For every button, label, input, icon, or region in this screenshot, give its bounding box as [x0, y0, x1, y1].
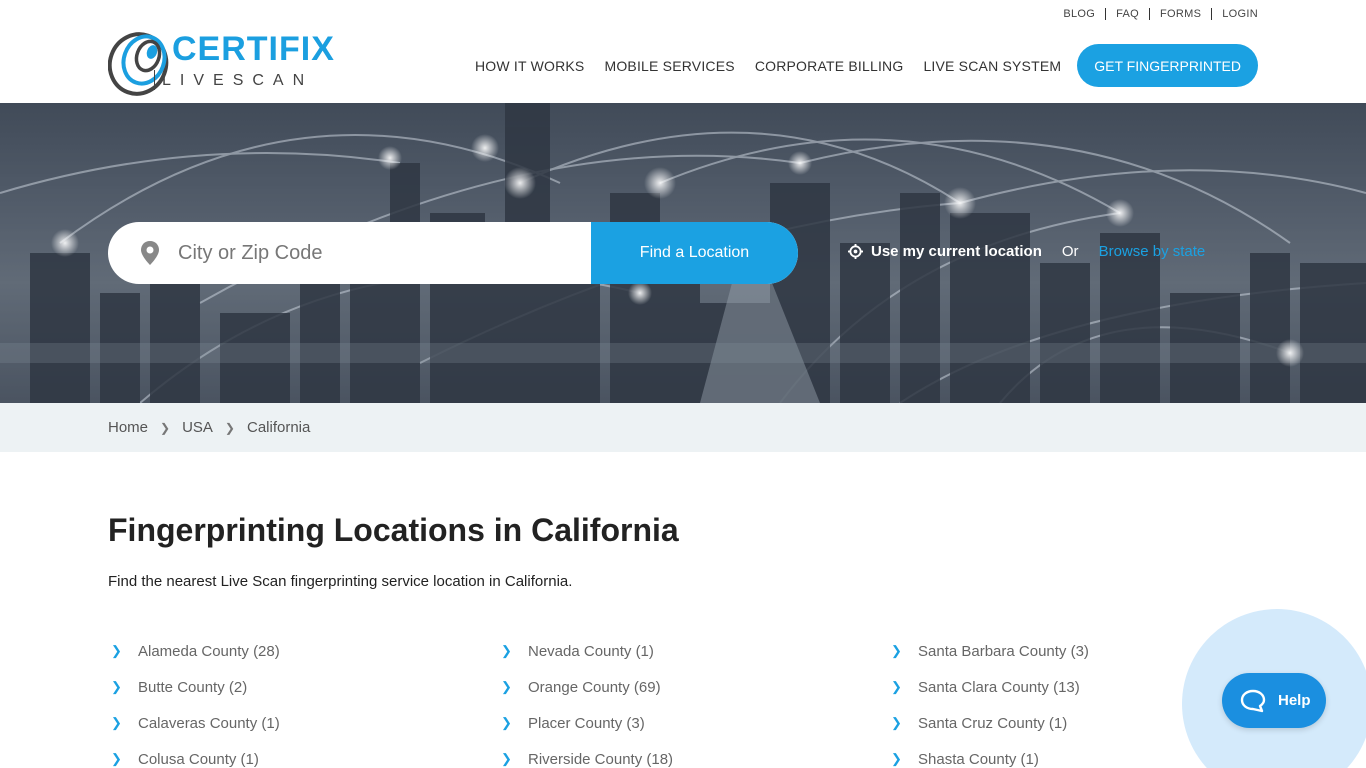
- breadcrumb-usa[interactable]: USA: [182, 419, 213, 436]
- nav-how-it-works[interactable]: HOW IT WORKS: [475, 58, 584, 74]
- current-location-label: Use my current location: [871, 243, 1042, 260]
- page-title: Fingerprinting Locations in California: [108, 512, 679, 548]
- county-link[interactable]: ❯ Santa Clara County (13): [888, 669, 1089, 705]
- county-label: Placer County (3): [528, 714, 645, 732]
- chevron-right-icon: ❯: [501, 679, 512, 694]
- chevron-right-icon: ❯: [160, 420, 171, 435]
- top-link-forms[interactable]: FORMS: [1150, 8, 1211, 20]
- county-link[interactable]: ❯ Nevada County (1): [498, 633, 673, 669]
- logo-sub: LIVESCAN: [162, 72, 314, 89]
- location-search-form: Find a Location: [108, 222, 798, 284]
- site-header: BLOG FAQ FORMS LOGIN CERTIFIX LIVESCAN H…: [0, 0, 1366, 103]
- chevron-right-icon: ❯: [501, 643, 512, 658]
- county-label: Colusa County (1): [138, 750, 259, 768]
- chevron-right-icon: ❯: [891, 715, 902, 730]
- chevron-right-icon: ❯: [224, 420, 235, 435]
- breadcrumb-home[interactable]: Home: [108, 419, 148, 436]
- county-link[interactable]: ❯ Riverside County (18): [498, 741, 673, 768]
- certifix-logo[interactable]: CERTIFIX LIVESCAN: [108, 28, 338, 98]
- nav-corporate-billing[interactable]: CORPORATE BILLING: [755, 58, 904, 74]
- chat-bubble-icon: [1240, 689, 1266, 712]
- county-column-1: ❯ Alameda County (28) ❯ Butte County (2) ❯…: [108, 633, 280, 768]
- or-label: Or: [1061, 243, 1079, 260]
- help-button[interactable]: Help: [1222, 673, 1326, 728]
- find-location-button[interactable]: Find a Location: [591, 222, 798, 284]
- chevron-right-icon: ❯: [891, 643, 902, 658]
- county-link[interactable]: ❯ Placer County (3): [498, 705, 673, 741]
- county-link[interactable]: ❯ Shasta County (1): [888, 741, 1089, 768]
- logo-divider: [154, 70, 155, 90]
- county-link[interactable]: ❯ Santa Barbara County (3): [888, 633, 1089, 669]
- city-zip-input[interactable]: [178, 241, 558, 265]
- top-links: BLOG FAQ FORMS LOGIN: [1053, 8, 1258, 20]
- county-label: Nevada County (1): [528, 642, 654, 660]
- breadcrumb-california: California: [246, 419, 311, 436]
- help-label: Help: [1278, 692, 1311, 709]
- hero-banner: Find a Location Use my current location …: [0, 103, 1366, 403]
- county-label: Alameda County (28): [138, 642, 280, 660]
- county-link[interactable]: ❯ Butte County (2): [108, 669, 280, 705]
- chevron-right-icon: ❯: [501, 751, 512, 766]
- county-link[interactable]: ❯ Orange County (69): [498, 669, 673, 705]
- nav-live-scan-system[interactable]: LIVE SCAN SYSTEM: [923, 58, 1061, 74]
- chevron-right-icon: ❯: [501, 715, 512, 730]
- county-label: Santa Barbara County (3): [918, 642, 1089, 660]
- main-nav: HOW IT WORKS MOBILE SERVICES CORPORATE B…: [475, 44, 1258, 87]
- breadcrumb: Home ❯ USA ❯ California: [0, 403, 1366, 452]
- top-link-login[interactable]: LOGIN: [1212, 8, 1258, 20]
- location-options: Use my current location Or Browse by sta…: [848, 243, 1205, 260]
- top-link-blog[interactable]: BLOG: [1053, 8, 1105, 20]
- chevron-right-icon: ❯: [111, 643, 122, 658]
- map-pin-icon: [141, 241, 159, 265]
- chevron-right-icon: ❯: [111, 679, 122, 694]
- chevron-right-icon: ❯: [891, 751, 902, 766]
- chevron-right-icon: ❯: [111, 751, 122, 766]
- county-label: Butte County (2): [138, 678, 248, 696]
- county-label: Santa Clara County (13): [918, 678, 1080, 696]
- county-column-3: ❯ Santa Barbara County (3) ❯ Santa Clara C…: [888, 633, 1089, 768]
- page-description: Find the nearest Live Scan fingerprintin…: [108, 573, 573, 590]
- county-label: Orange County (69): [528, 678, 661, 696]
- county-link[interactable]: ❯ Alameda County (28): [108, 633, 280, 669]
- county-label: Calaveras County (1): [138, 714, 280, 732]
- county-column-2: ❯ Nevada County (1) ❯ Orange County (69) ❯…: [498, 633, 673, 768]
- county-link[interactable]: ❯ Calaveras County (1): [108, 705, 280, 741]
- county-link[interactable]: ❯ Colusa County (1): [108, 741, 280, 768]
- county-link[interactable]: ❯ Santa Cruz County (1): [888, 705, 1089, 741]
- crosshair-icon: [848, 244, 863, 259]
- chevron-right-icon: ❯: [891, 679, 902, 694]
- county-label: Santa Cruz County (1): [918, 714, 1068, 732]
- top-link-faq[interactable]: FAQ: [1106, 8, 1149, 20]
- get-fingerprinted-button[interactable]: GET FINGERPRINTED: [1077, 44, 1258, 87]
- browse-by-state-link[interactable]: Browse by state: [1099, 243, 1206, 260]
- search-input-wrap[interactable]: [108, 222, 591, 284]
- use-current-location-link[interactable]: Use my current location: [848, 243, 1042, 260]
- county-label: Riverside County (18): [528, 750, 674, 768]
- county-label: Shasta County (1): [918, 750, 1039, 768]
- chevron-right-icon: ❯: [111, 715, 122, 730]
- nav-mobile-services[interactable]: MOBILE SERVICES: [604, 58, 734, 74]
- logo-brand: CERTIFIX: [172, 30, 335, 68]
